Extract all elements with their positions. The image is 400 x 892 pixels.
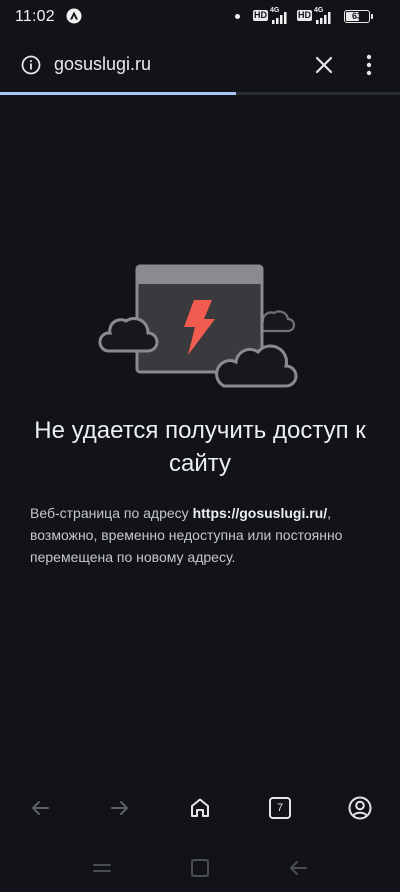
battery-level: 63 — [351, 11, 362, 21]
home-icon — [191, 798, 209, 817]
status-time: 11:02 — [15, 8, 55, 25]
app-notification-icon — [66, 8, 82, 24]
battery-indicator: 63 — [344, 10, 373, 23]
error-title: Не удается получить доступ к сайту — [34, 417, 366, 477]
tab-count: 7 — [269, 797, 291, 819]
account-button[interactable] — [346, 794, 374, 822]
error-description: Веб-страница по адресу https://gosuslugi… — [30, 502, 375, 568]
signal-indicator-1: HD 4G — [253, 7, 295, 26]
site-info-icon[interactable] — [20, 54, 42, 76]
system-nav-bar — [0, 844, 400, 892]
account-icon — [348, 796, 372, 820]
recent-apps-icon[interactable] — [90, 856, 114, 880]
notification-dot — [235, 14, 240, 19]
system-back-icon[interactable] — [286, 856, 310, 880]
forward-button[interactable] — [106, 794, 134, 822]
connection-error-illustration — [98, 264, 298, 388]
close-icon[interactable] — [311, 52, 337, 78]
page-load-progress — [0, 92, 400, 95]
url-text[interactable]: gosuslugi.ru — [54, 54, 151, 75]
battery-tip — [371, 14, 373, 19]
status-bar: 11:02 HD 4G HD 4G 63 — [0, 0, 400, 34]
back-button[interactable] — [26, 794, 54, 822]
hd-badge: HD — [253, 10, 268, 21]
address-bar[interactable]: gosuslugi.ru — [0, 40, 400, 90]
arrow-left-icon — [32, 801, 49, 815]
more-menu-icon[interactable] — [360, 52, 378, 78]
arrow-right-icon — [111, 801, 128, 815]
home-button[interactable] — [186, 794, 214, 822]
error-desc-prefix: Веб-страница по адресу — [30, 505, 193, 521]
page-load-progress-fill — [0, 92, 236, 95]
signal-bars-icon — [272, 12, 287, 24]
tab-switcher-button[interactable]: 7 — [266, 794, 294, 822]
home-square-icon[interactable] — [188, 856, 212, 880]
signal-bars-icon — [316, 12, 331, 24]
error-desc-url: https://gosuslugi.ru/ — [192, 505, 328, 521]
browser-toolbar: 7 — [0, 780, 400, 836]
signal-indicator-2: HD 4G — [297, 7, 339, 26]
hd-badge: HD — [297, 10, 312, 21]
